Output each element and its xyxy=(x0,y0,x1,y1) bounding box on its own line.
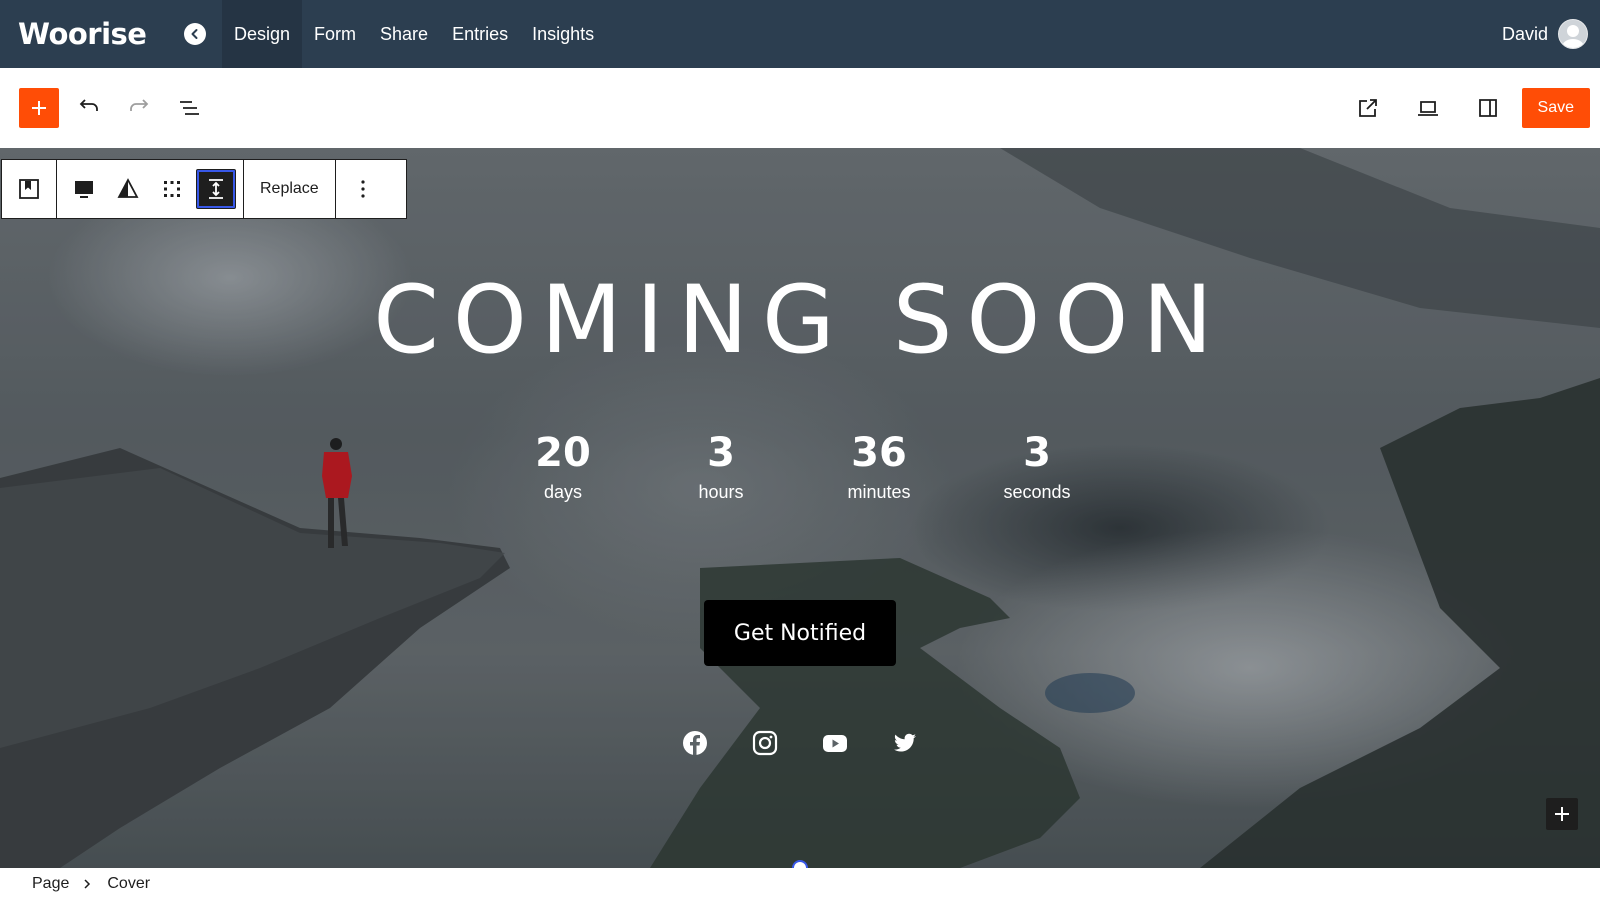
external-link-icon xyxy=(1358,99,1377,117)
duotone-button[interactable] xyxy=(108,169,148,209)
preview-external-button[interactable] xyxy=(1348,88,1388,128)
instagram-link[interactable] xyxy=(752,730,778,756)
app-logo[interactable]: Woorise xyxy=(18,17,166,51)
desktop-preview-button[interactable] xyxy=(1408,88,1448,128)
countdown-seconds: 3 seconds xyxy=(958,428,1116,506)
cover-block-icon xyxy=(19,179,39,199)
countdown-label: seconds xyxy=(1003,482,1071,502)
block-options-button[interactable] xyxy=(343,169,383,209)
redo-icon xyxy=(130,99,149,111)
overlay-icon xyxy=(75,181,93,198)
editor-toolbar: Save xyxy=(0,68,1600,148)
facebook-icon xyxy=(683,731,707,755)
plus-icon xyxy=(32,101,46,115)
sidebar-icon xyxy=(1478,99,1497,117)
replace-button[interactable]: Replace xyxy=(251,180,328,198)
tab-entries[interactable]: Entries xyxy=(440,0,520,68)
youtube-icon xyxy=(823,735,847,752)
undo-icon xyxy=(79,99,98,111)
instagram-icon xyxy=(752,730,778,756)
plus-icon xyxy=(1555,807,1569,821)
tab-design[interactable]: Design xyxy=(222,0,303,68)
user-name: David xyxy=(1501,23,1548,44)
youtube-link[interactable] xyxy=(822,730,848,756)
position-grid-icon xyxy=(164,181,180,197)
tab-label: Design xyxy=(234,23,291,44)
tab-label: Entries xyxy=(452,23,509,44)
get-notified-button[interactable]: Get Notified xyxy=(704,600,896,666)
facebook-link[interactable] xyxy=(682,730,708,756)
tab-insights[interactable]: Insights xyxy=(520,0,606,68)
block-controls-group xyxy=(57,160,244,218)
twitter-link[interactable] xyxy=(892,730,918,756)
countdown-value: 3 xyxy=(1023,430,1051,476)
chevron-right-icon xyxy=(83,879,93,889)
countdown: 20 days 3 hours 36 minutes 3 seconds xyxy=(0,428,1600,506)
avatar[interactable] xyxy=(1558,19,1588,49)
content-position-button[interactable] xyxy=(152,169,192,209)
social-links xyxy=(0,730,1600,756)
user-menu[interactable]: David xyxy=(1502,0,1588,68)
save-button[interactable]: Save xyxy=(1521,88,1590,128)
tab-form[interactable]: Form xyxy=(302,0,368,68)
cover-heading[interactable]: COMING SOON xyxy=(0,266,1600,376)
countdown-label: minutes xyxy=(847,482,911,502)
chevron-left-icon xyxy=(191,29,198,39)
cover-block[interactable]: COMING SOON 20 days 3 hours 36 minutes 3… xyxy=(0,148,1600,868)
breadcrumb: Page Cover xyxy=(0,868,1600,900)
add-inner-block-button[interactable] xyxy=(1546,798,1578,830)
tab-label: Form xyxy=(314,23,357,44)
countdown-hours: 3 hours xyxy=(642,428,800,506)
breadcrumb-page[interactable]: Page xyxy=(32,875,69,893)
block-switcher-button[interactable] xyxy=(9,169,49,209)
twitter-icon xyxy=(894,733,916,752)
redo-button[interactable] xyxy=(119,88,159,128)
countdown-minutes: 36 minutes xyxy=(800,428,958,506)
countdown-value: 20 xyxy=(535,430,591,476)
full-height-icon xyxy=(209,179,223,199)
back-button[interactable] xyxy=(184,23,206,45)
options-group xyxy=(336,160,390,218)
countdown-label: days xyxy=(543,482,583,502)
countdown-days: 20 days xyxy=(484,428,642,506)
top-nav: Woorise Design Form Share Entries Insigh… xyxy=(0,0,1600,68)
block-toolbar: Replace xyxy=(1,159,407,219)
tab-label: Insights xyxy=(532,23,595,44)
duotone-icon xyxy=(117,178,139,198)
overlay-color-button[interactable] xyxy=(64,169,104,209)
tab-share[interactable]: Share xyxy=(368,0,440,68)
add-block-button[interactable] xyxy=(19,88,59,128)
settings-sidebar-button[interactable] xyxy=(1468,88,1508,128)
list-view-icon xyxy=(180,101,199,115)
countdown-label: hours xyxy=(698,482,744,502)
block-type-group xyxy=(2,160,57,218)
list-view-button[interactable] xyxy=(169,88,209,128)
undo-button[interactable] xyxy=(69,88,109,128)
breadcrumb-cover[interactable]: Cover xyxy=(107,875,150,893)
toolbar-right: Save xyxy=(1338,88,1590,128)
countdown-value: 36 xyxy=(851,430,907,476)
cover-overlay xyxy=(0,148,1600,868)
more-vertical-icon xyxy=(361,180,365,198)
countdown-value: 3 xyxy=(707,430,735,476)
laptop-icon xyxy=(1417,101,1438,116)
tab-label: Share xyxy=(380,23,429,44)
replace-group: Replace xyxy=(244,160,336,218)
full-height-button[interactable] xyxy=(196,169,236,209)
